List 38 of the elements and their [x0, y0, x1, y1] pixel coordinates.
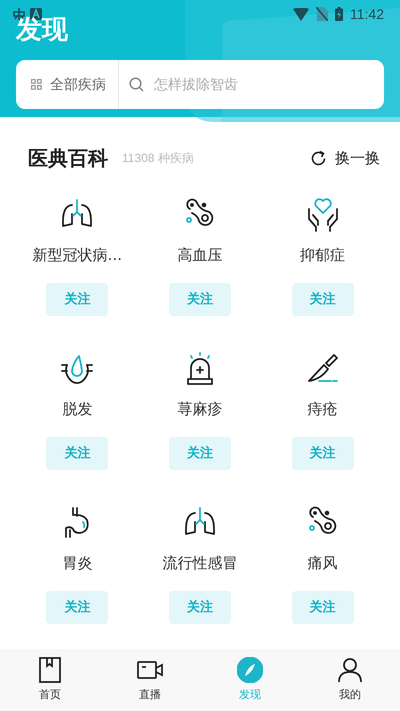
- disease-name: 胃炎: [62, 552, 92, 573]
- no-sim-icon: [316, 7, 328, 21]
- compass-icon: [237, 657, 263, 684]
- follow-button[interactable]: 关注: [46, 436, 108, 470]
- section-title: 医典百科: [28, 145, 108, 172]
- disease-count: 11308 种疾病: [122, 150, 194, 168]
- person-icon: [337, 657, 363, 684]
- disease-name: 新型冠状病...: [32, 244, 122, 265]
- nav-tab[interactable]: 直播: [115, 657, 185, 702]
- disease-name: 流行性感冒: [162, 552, 238, 573]
- follow-button[interactable]: 关注: [292, 590, 354, 624]
- follow-button[interactable]: 关注: [292, 282, 354, 316]
- search-field[interactable]: 怎样拔除智齿: [152, 76, 356, 94]
- clock-time: 11:42: [350, 6, 384, 22]
- nav-tab[interactable]: 首页: [15, 657, 85, 702]
- wifi-icon: [293, 8, 309, 20]
- search-bar[interactable]: 全部疾病 怎样拔除智齿: [16, 60, 384, 109]
- category-button[interactable]: 全部疾病: [16, 60, 118, 109]
- follow-button[interactable]: 关注: [292, 436, 354, 470]
- follow-button[interactable]: 关注: [168, 590, 231, 624]
- disease-name: 脱发: [62, 398, 92, 419]
- refresh-icon: [310, 150, 327, 168]
- nav-tab[interactable]: 我的: [315, 657, 385, 702]
- disease-name: 高血压: [177, 244, 222, 265]
- disease-name: 痔疮: [308, 398, 338, 419]
- grid-icon: [31, 79, 42, 90]
- follow-button[interactable]: 关注: [46, 590, 108, 624]
- book-icon: [37, 657, 63, 684]
- follow-button[interactable]: 关注: [46, 282, 108, 316]
- battery-icon: [335, 7, 343, 21]
- follow-button[interactable]: 关注: [168, 436, 231, 470]
- disease-name: 痛风: [308, 552, 338, 573]
- search-icon: [129, 77, 144, 92]
- refresh-button[interactable]: 换一换: [306, 149, 384, 168]
- disease-name: 荨麻疹: [177, 398, 222, 419]
- follow-button[interactable]: 关注: [168, 282, 231, 316]
- nav-tab[interactable]: 发现: [215, 657, 285, 702]
- disease-name: 抑郁症: [300, 244, 346, 265]
